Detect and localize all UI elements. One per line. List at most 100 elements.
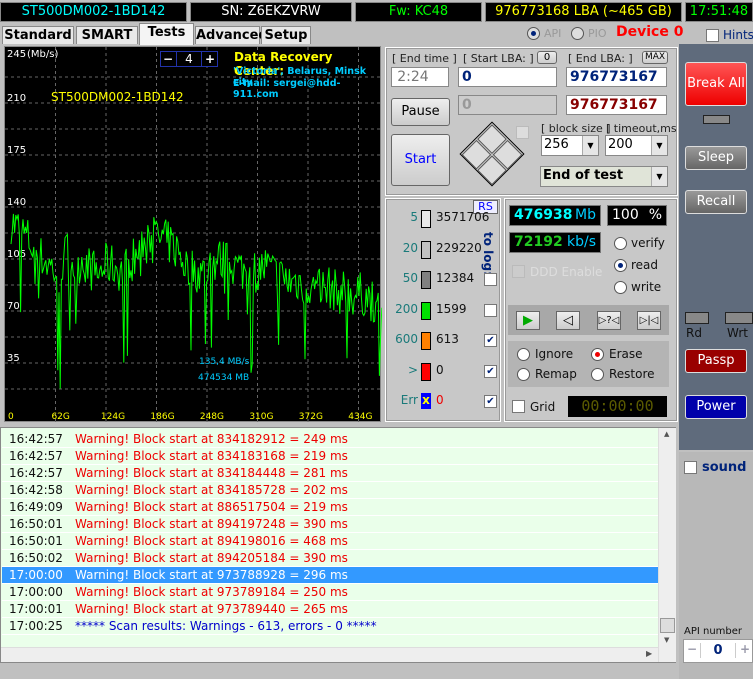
log-message: Warning! Block start at 886517504 = 219 … xyxy=(75,500,348,514)
power-button[interactable]: Power xyxy=(685,395,747,419)
x-tick-label: 372G xyxy=(299,412,323,422)
sleep-button[interactable]: Sleep xyxy=(685,146,747,170)
read-radio[interactable] xyxy=(614,259,627,272)
speed-readout: 135,4 MB/s xyxy=(199,357,250,367)
counter-value: 0 xyxy=(436,362,444,377)
passp-button[interactable]: Passp xyxy=(685,349,747,373)
pio-radio[interactable] xyxy=(571,27,584,40)
counter-value: 229220 xyxy=(436,240,482,255)
log-row[interactable]: 17:00:00 Warning! Block start at 97378892… xyxy=(2,567,658,584)
tab-advanced[interactable]: Advanced xyxy=(195,26,268,44)
counter-value: 1599 xyxy=(436,301,467,316)
end-lba-max-button[interactable]: MAX xyxy=(642,51,668,64)
grid-checkbox[interactable] xyxy=(512,400,525,413)
clock-display: 17:51:48 xyxy=(685,2,753,22)
ignore-radio[interactable] xyxy=(517,348,530,361)
end-time-field[interactable]: 2:24 xyxy=(391,67,449,87)
zoom-control: − 4 + xyxy=(160,51,218,67)
log-row[interactable]: 16:49:09 Warning! Block start at 88651750… xyxy=(2,499,658,516)
recall-button[interactable]: Recall xyxy=(685,190,747,214)
log-time: 17:00:25 xyxy=(9,619,63,633)
ddd-enable-label: DDD Enable xyxy=(530,265,603,279)
log-checkbox[interactable]: ✔ xyxy=(484,364,497,378)
log-scrollbar[interactable]: ▲ ▼ xyxy=(658,428,676,662)
busy-indicator xyxy=(703,115,730,124)
x-tick-label: 434G xyxy=(348,412,372,422)
api-label: API xyxy=(544,27,562,40)
log-checkbox[interactable] xyxy=(484,273,497,286)
start-lba-zero-button[interactable]: 0 xyxy=(537,51,557,64)
log-message: Warning! Block start at 894198016 = 468 … xyxy=(75,534,348,548)
event-log[interactable]: ▲ ▼ ▶ 16:42:57 Warning! Block start at 83… xyxy=(0,427,676,663)
end-time-label: [ End time ] xyxy=(392,52,457,65)
sound-checkbox[interactable] xyxy=(684,461,697,474)
percent-display: 100% xyxy=(607,205,667,226)
hints-checkbox[interactable] xyxy=(706,29,719,42)
grid-label: Grid xyxy=(530,400,556,414)
write-label: write xyxy=(631,280,662,294)
log-row[interactable]: 16:42:57 Warning! Block start at 83418444… xyxy=(2,465,658,482)
log-row[interactable]: 17:00:00 Warning! Block start at 97378918… xyxy=(2,584,658,601)
tab-smart[interactable]: SMART xyxy=(76,26,138,44)
butterfly-button[interactable]: ▷?◁ xyxy=(597,311,621,330)
log-hscrollbar[interactable]: ▶ xyxy=(1,647,658,662)
api-radio[interactable] xyxy=(527,27,540,40)
zoom-minus-button[interactable]: − xyxy=(161,52,175,66)
log-row[interactable]: 16:50:01 Warning! Block start at 89419801… xyxy=(2,533,658,550)
scroll-right-icon[interactable]: ▶ xyxy=(646,649,652,658)
log-row[interactable]: 16:50:01 Warning! Block start at 89419724… xyxy=(2,516,658,533)
x-tick-label: 124G xyxy=(101,412,125,422)
restore-radio[interactable] xyxy=(591,368,604,381)
end-action-select[interactable]: End of test ▼ xyxy=(540,166,668,187)
speed-display: 72192 kb/s xyxy=(509,232,601,253)
write-radio[interactable] xyxy=(614,281,627,294)
timeout-select[interactable]: 200 ▼ xyxy=(605,135,668,156)
block-size-select[interactable]: 256 ▼ xyxy=(541,135,599,156)
start-button[interactable]: Start xyxy=(391,134,450,186)
zoom-plus-button[interactable]: + xyxy=(203,52,217,66)
zoom-value: 4 xyxy=(176,52,202,66)
log-time: 17:00:00 xyxy=(9,568,63,582)
log-row[interactable]: 16:42:57 Warning! Block start at 83418316… xyxy=(2,448,658,465)
pause-button[interactable]: Pause xyxy=(391,98,450,126)
log-row[interactable]: 16:42:58 Warning! Block start at 83418572… xyxy=(2,482,658,499)
play-backward-button[interactable]: ◁ xyxy=(556,311,580,330)
tab-standard[interactable]: Standard xyxy=(2,26,74,44)
log-row[interactable]: 17:00:01 Warning! Block start at 97378944… xyxy=(2,601,658,618)
remap-radio[interactable] xyxy=(517,368,530,381)
scroll-thumb[interactable] xyxy=(660,618,675,633)
log-checkbox[interactable]: ✔ xyxy=(484,395,497,408)
api-minus-button[interactable]: − xyxy=(687,642,697,656)
counter-threshold: > xyxy=(407,362,418,377)
end-button[interactable]: ▷|◁ xyxy=(637,311,661,330)
log-row[interactable]: 16:42:57 Warning! Block start at 83418291… xyxy=(2,431,658,448)
start-lba-field[interactable]: 0 xyxy=(458,67,557,87)
y-axis-label: (Mb/s) xyxy=(27,49,58,60)
tab-setup[interactable]: Setup xyxy=(261,26,311,44)
log-message: ***** Scan results: Warnings - 613, erro… xyxy=(75,619,377,633)
end-lba-field[interactable]: 976773167 xyxy=(566,67,667,87)
timer-display: 00:00:00 xyxy=(568,396,667,417)
api-plus-button[interactable]: + xyxy=(740,642,750,656)
play-forward-button[interactable]: ▶ xyxy=(516,311,540,330)
erase-radio[interactable] xyxy=(591,348,604,361)
restore-label: Restore xyxy=(609,367,655,381)
speed-series-line xyxy=(10,213,382,389)
tab-tests[interactable]: Tests xyxy=(139,23,194,45)
end-lba-current-field: 976773167 xyxy=(566,95,667,115)
log-message: Warning! Block start at 894197248 = 390 … xyxy=(75,517,348,531)
scroll-up-icon[interactable]: ▲ xyxy=(664,430,669,438)
log-row[interactable]: 16:50:02 Warning! Block start at 89420518… xyxy=(2,550,658,567)
y-tick-label: 35 xyxy=(7,353,20,364)
log-checkbox[interactable]: ✔ xyxy=(484,334,497,347)
verify-radio[interactable] xyxy=(614,237,627,250)
api-number-stepper[interactable]: − 0 + xyxy=(683,639,753,663)
y-tick-label: 140 xyxy=(7,197,26,208)
direction-checkbox[interactable] xyxy=(516,126,529,139)
log-time: 16:49:09 xyxy=(9,500,63,514)
scroll-down-icon[interactable]: ▼ xyxy=(664,636,669,644)
log-row[interactable]: 17:00:25 ***** Scan results: Warnings - 6… xyxy=(2,618,658,635)
log-checkbox[interactable] xyxy=(484,303,497,317)
log-message: Warning! Block start at 973789184 = 250 … xyxy=(75,585,348,599)
break-all-button[interactable]: Break All xyxy=(685,62,747,106)
